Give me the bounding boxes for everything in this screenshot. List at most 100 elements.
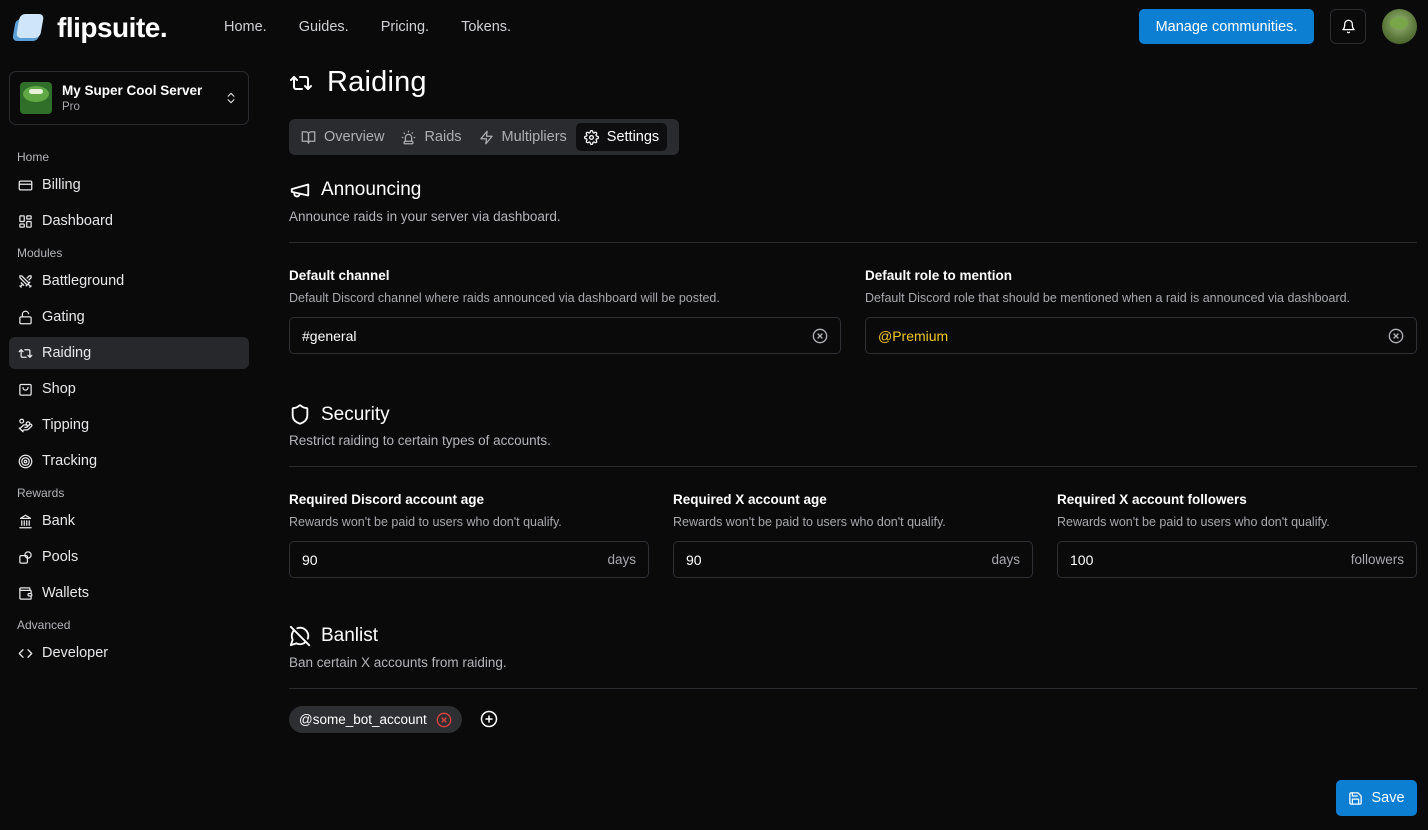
banlist-subtitle: Ban certain X accounts from raiding. [289,655,507,670]
swords-icon [19,274,32,288]
announcing-header: Announcing [289,179,421,201]
page-title-text: Raiding [327,66,427,98]
tab-settings[interactable]: Settings [575,123,668,151]
default-channel-select[interactable]: #general [289,317,841,354]
x-account-age-input[interactable]: 90 days [673,541,1033,578]
field-label: Default channel [289,268,390,283]
discord-account-age-input[interactable]: 90 days [289,541,649,578]
chevrons-up-down-icon [227,92,235,104]
x-account-followers-input[interactable]: 100 followers [1057,541,1417,578]
sidebar-item-pools[interactable]: Pools [9,541,249,573]
top-nav-pricing[interactable]: Pricing. [381,19,429,35]
sidebar-item-wallets[interactable]: Wallets [9,577,249,609]
server-avatar [20,82,52,114]
top-nav-tokens[interactable]: Tokens. [461,19,511,35]
wallet-icon [19,586,33,600]
sidebar-item-developer[interactable]: Developer [9,637,249,669]
announcing-title: Announcing [321,179,422,200]
default-channel-field: Default channel Default Discord channel … [289,268,841,354]
megaphone-icon [290,183,310,198]
divider [289,466,1417,467]
top-nav-home[interactable]: Home. [224,19,267,35]
add-banlist-entry-icon[interactable] [480,710,498,728]
divider [289,242,1417,243]
discord-account-age-field: Required Discord account age Rewards won… [289,492,649,578]
sidebar-item-raiding[interactable]: Raiding [9,337,249,369]
banlist-entry-label: @some_bot_account [299,712,427,727]
sidebar-item-shop[interactable]: Shop [9,373,249,405]
input-value: 90 [686,551,702,568]
remove-icon[interactable] [436,712,452,728]
message-off-icon [289,625,311,647]
shield-icon [291,404,309,425]
user-avatar[interactable] [1382,9,1417,44]
tab-overview[interactable]: Overview [293,123,392,151]
sidebar-item-label: Developer [42,645,109,661]
save-label: Save [1371,790,1405,806]
code-icon [18,648,33,658]
sidebar-item-label: Dashboard [42,213,113,229]
top-nav: Home. Guides. Pricing. Tokens. [224,19,511,35]
sidebar-item-label: Pools [42,549,79,565]
sidebar-item-label: Gating [42,309,85,325]
pools-icon [19,550,32,564]
security-title: Security [321,403,390,425]
zap-icon [479,130,493,144]
field-description: Rewards won't be paid to users who don't… [673,515,946,529]
sidebar-item-gating[interactable]: Gating [9,301,249,333]
field-label: Required X account followers [1057,492,1247,507]
banlist-header: Banlist [289,625,378,647]
sidebar-item-billing[interactable]: Billing [9,169,249,201]
tab-raids[interactable]: Raids [393,123,469,151]
sidebar-item-tipping[interactable]: Tipping [9,409,249,441]
tab-bar: Overview Raids Multipliers Settings [289,119,679,155]
save-button[interactable]: Save [1336,780,1417,816]
sidebar-section-home: Home [17,150,50,164]
input-suffix: days [991,552,1020,567]
default-role-value: @Premium [878,327,949,344]
app-name: flipsuite. [57,12,168,43]
sidebar-item-label: Tipping [42,417,90,433]
sidebar-item-tracking[interactable]: Tracking [9,445,249,477]
top-nav-guides[interactable]: Guides. [299,19,349,35]
sidebar-item-label: Billing [42,177,81,193]
sidebar-item-battleground[interactable]: Battleground [9,265,249,297]
field-description: Rewards won't be paid to users who don't… [1057,515,1330,529]
siren-icon [402,130,416,144]
clear-icon[interactable] [1388,328,1404,344]
input-value: 90 [302,551,318,568]
notifications-button[interactable] [1330,9,1366,44]
tab-label: Overview [324,129,385,145]
sidebar-section-modules: Modules [17,246,63,260]
logo-icon [12,13,45,43]
book-open-icon [301,130,316,144]
field-description: Rewards won't be paid to users who don't… [289,515,562,529]
sidebar-item-label: Bank [42,513,76,529]
banlist-entry: @some_bot_account [289,706,462,733]
field-description: Default Discord role that should be ment… [865,291,1351,305]
clear-icon[interactable] [812,328,828,344]
manage-communities-button[interactable]: Manage communities. [1139,9,1314,44]
save-icon [1349,791,1363,805]
x-account-followers-field: Required X account followers Rewards won… [1057,492,1417,578]
tab-multipliers[interactable]: Multipliers [471,123,575,151]
input-suffix: days [607,552,636,567]
target-icon [18,454,33,468]
tab-label: Settings [606,129,660,145]
server-switcher[interactable]: My Super Cool Server Pro [9,71,249,125]
sidebar-item-dashboard[interactable]: Dashboard [9,205,249,237]
field-description: Default Discord channel where raids anno… [289,291,720,305]
announcing-subtitle: Announce raids in your server via dashbo… [289,209,561,224]
lock-icon [19,310,32,324]
default-channel-value: #general [302,327,357,344]
app-logo[interactable]: flipsuite. [12,12,168,44]
sidebar-item-bank[interactable]: Bank [9,505,249,537]
server-plan: Pro [62,101,80,113]
default-role-field: Default role to mention Default Discord … [865,268,1417,354]
default-role-select[interactable]: @Premium [865,317,1417,354]
repeat-icon [290,75,312,90]
tab-label: Raids [424,129,462,145]
tip-hand-icon [18,418,33,432]
bank-icon [19,514,32,528]
field-label: Default role to mention [865,268,1013,283]
